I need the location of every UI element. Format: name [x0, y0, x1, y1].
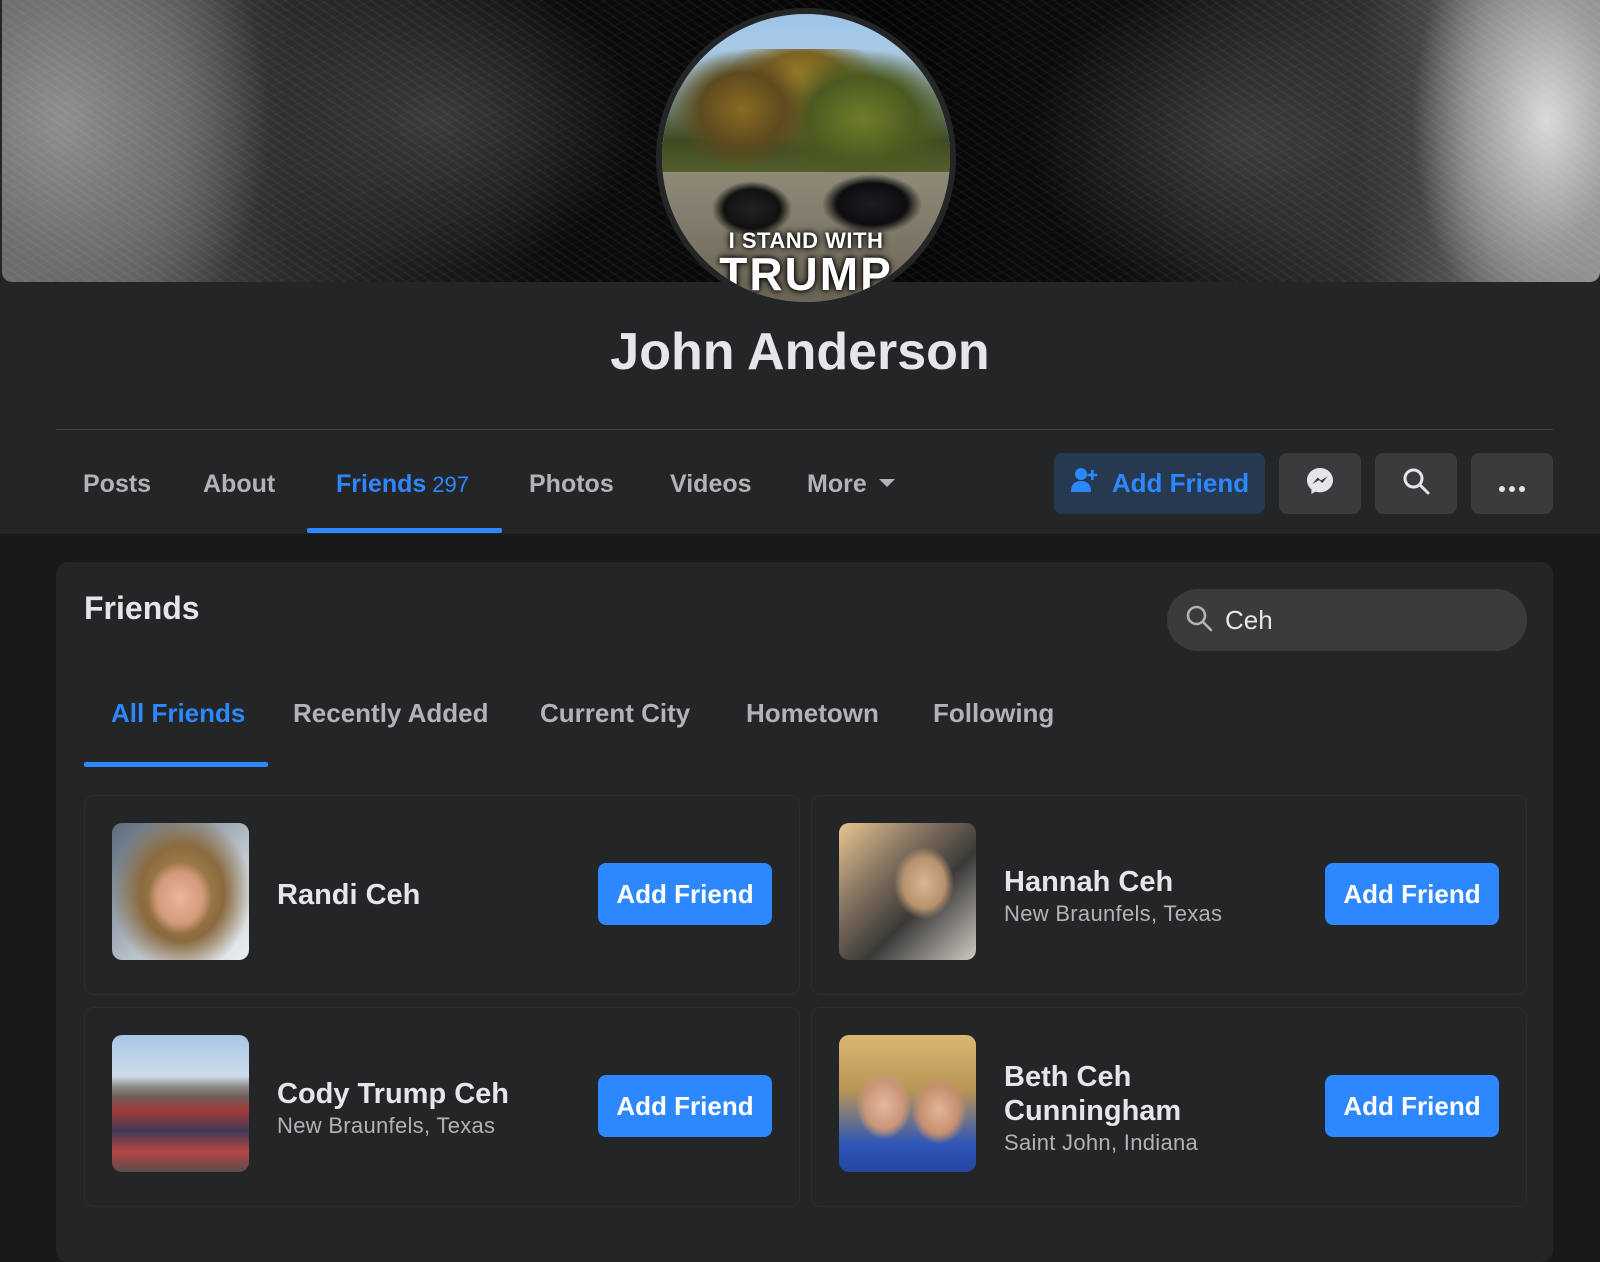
- tab-posts[interactable]: Posts: [83, 440, 151, 534]
- messenger-icon: [1305, 466, 1335, 501]
- search-icon: [1402, 467, 1430, 500]
- friend-info: Cody Trump Ceh New Braunfels, Texas: [277, 1008, 577, 1208]
- active-filter-indicator: [84, 762, 268, 767]
- friend-card: Cody Trump Ceh New Braunfels, Texas Add …: [84, 1007, 800, 1207]
- active-tab-indicator: [307, 528, 502, 533]
- friend-info: Beth Ceh Cunningham Saint John, Indiana: [1004, 1008, 1304, 1208]
- friend-avatar[interactable]: [112, 823, 249, 960]
- more-dots-icon: [1498, 468, 1526, 500]
- profile-name: John Anderson: [610, 323, 990, 381]
- friends-section-title: Friends: [84, 590, 200, 626]
- tab-all-friends[interactable]: All Friends: [111, 677, 245, 759]
- tab-about[interactable]: About: [203, 440, 275, 534]
- friend-name[interactable]: Randi Ceh: [277, 878, 577, 912]
- add-friend-button[interactable]: Add Friend: [1325, 863, 1499, 925]
- avatar-trees: [662, 48, 950, 179]
- tab-more-label: More: [807, 470, 867, 498]
- message-button[interactable]: [1279, 453, 1361, 514]
- tab-hometown[interactable]: Hometown: [746, 677, 879, 759]
- friends-card: Friends All Friends Recently Added Curre…: [56, 562, 1553, 1262]
- friend-info: Randi Ceh: [277, 796, 577, 996]
- friend-location: New Braunfels, Texas: [1004, 901, 1223, 926]
- friend-name[interactable]: Cody Trump Ceh: [277, 1077, 577, 1111]
- friends-search-input[interactable]: [1225, 604, 1515, 636]
- tab-friends[interactable]: Friends 297: [336, 440, 469, 534]
- friend-card: Hannah Ceh New Braunfels, Texas Add Frie…: [811, 795, 1527, 995]
- add-friend-button[interactable]: Add Friend: [1325, 1075, 1499, 1137]
- profile-search-button[interactable]: [1375, 453, 1457, 514]
- friend-avatar[interactable]: [839, 823, 976, 960]
- friend-info: Hannah Ceh New Braunfels, Texas: [1004, 796, 1304, 996]
- friends-count: 297: [432, 472, 470, 497]
- friend-avatar[interactable]: [112, 1035, 249, 1172]
- friend-card: Beth Ceh Cunningham Saint John, Indiana …: [811, 1007, 1527, 1207]
- tab-photos-label: Photos: [529, 470, 614, 498]
- add-user-icon: [1070, 466, 1098, 501]
- friend-location: New Braunfels, Texas: [277, 1113, 496, 1138]
- avatar-motorcycles: [692, 164, 932, 234]
- friend-location: Saint John, Indiana: [1004, 1130, 1199, 1155]
- more-options-button[interactable]: [1471, 453, 1553, 514]
- tab-posts-label: Posts: [83, 470, 152, 498]
- profile-avatar[interactable]: I STAND WITH TRUMP: [656, 8, 956, 308]
- tab-current-city[interactable]: Current City: [540, 677, 690, 759]
- add-friend-button[interactable]: Add Friend: [598, 863, 772, 925]
- tab-more[interactable]: More: [807, 440, 895, 534]
- avatar-frame-line2: TRUMP: [719, 248, 893, 300]
- tab-recently-added[interactable]: Recently Added: [293, 677, 489, 759]
- avatar-frame-text: I STAND WITH TRUMP: [662, 228, 950, 300]
- tab-about-label: About: [203, 470, 276, 498]
- friend-card: Randi Ceh Add Friend: [84, 795, 800, 995]
- search-icon: [1185, 604, 1213, 637]
- add-friend-button[interactable]: Add Friend: [1054, 453, 1265, 514]
- add-friend-button[interactable]: Add Friend: [598, 1075, 772, 1137]
- tab-videos-label: Videos: [670, 470, 752, 498]
- tab-videos[interactable]: Videos: [670, 440, 752, 534]
- friend-name[interactable]: Hannah Ceh: [1004, 865, 1304, 899]
- header-divider: [56, 429, 1553, 430]
- profile-header: I STAND WITH TRUMP John Anderson Posts A…: [0, 0, 1600, 534]
- add-friend-label: Add Friend: [1111, 468, 1250, 498]
- tab-photos[interactable]: Photos: [529, 440, 614, 534]
- friends-search-box[interactable]: [1167, 589, 1527, 651]
- friend-name[interactable]: Beth Ceh Cunningham: [1004, 1060, 1204, 1128]
- tab-friends-label: Friends: [336, 470, 427, 498]
- caret-down-icon: [878, 479, 895, 488]
- friend-avatar[interactable]: [839, 1035, 976, 1172]
- tab-following[interactable]: Following: [933, 677, 1054, 759]
